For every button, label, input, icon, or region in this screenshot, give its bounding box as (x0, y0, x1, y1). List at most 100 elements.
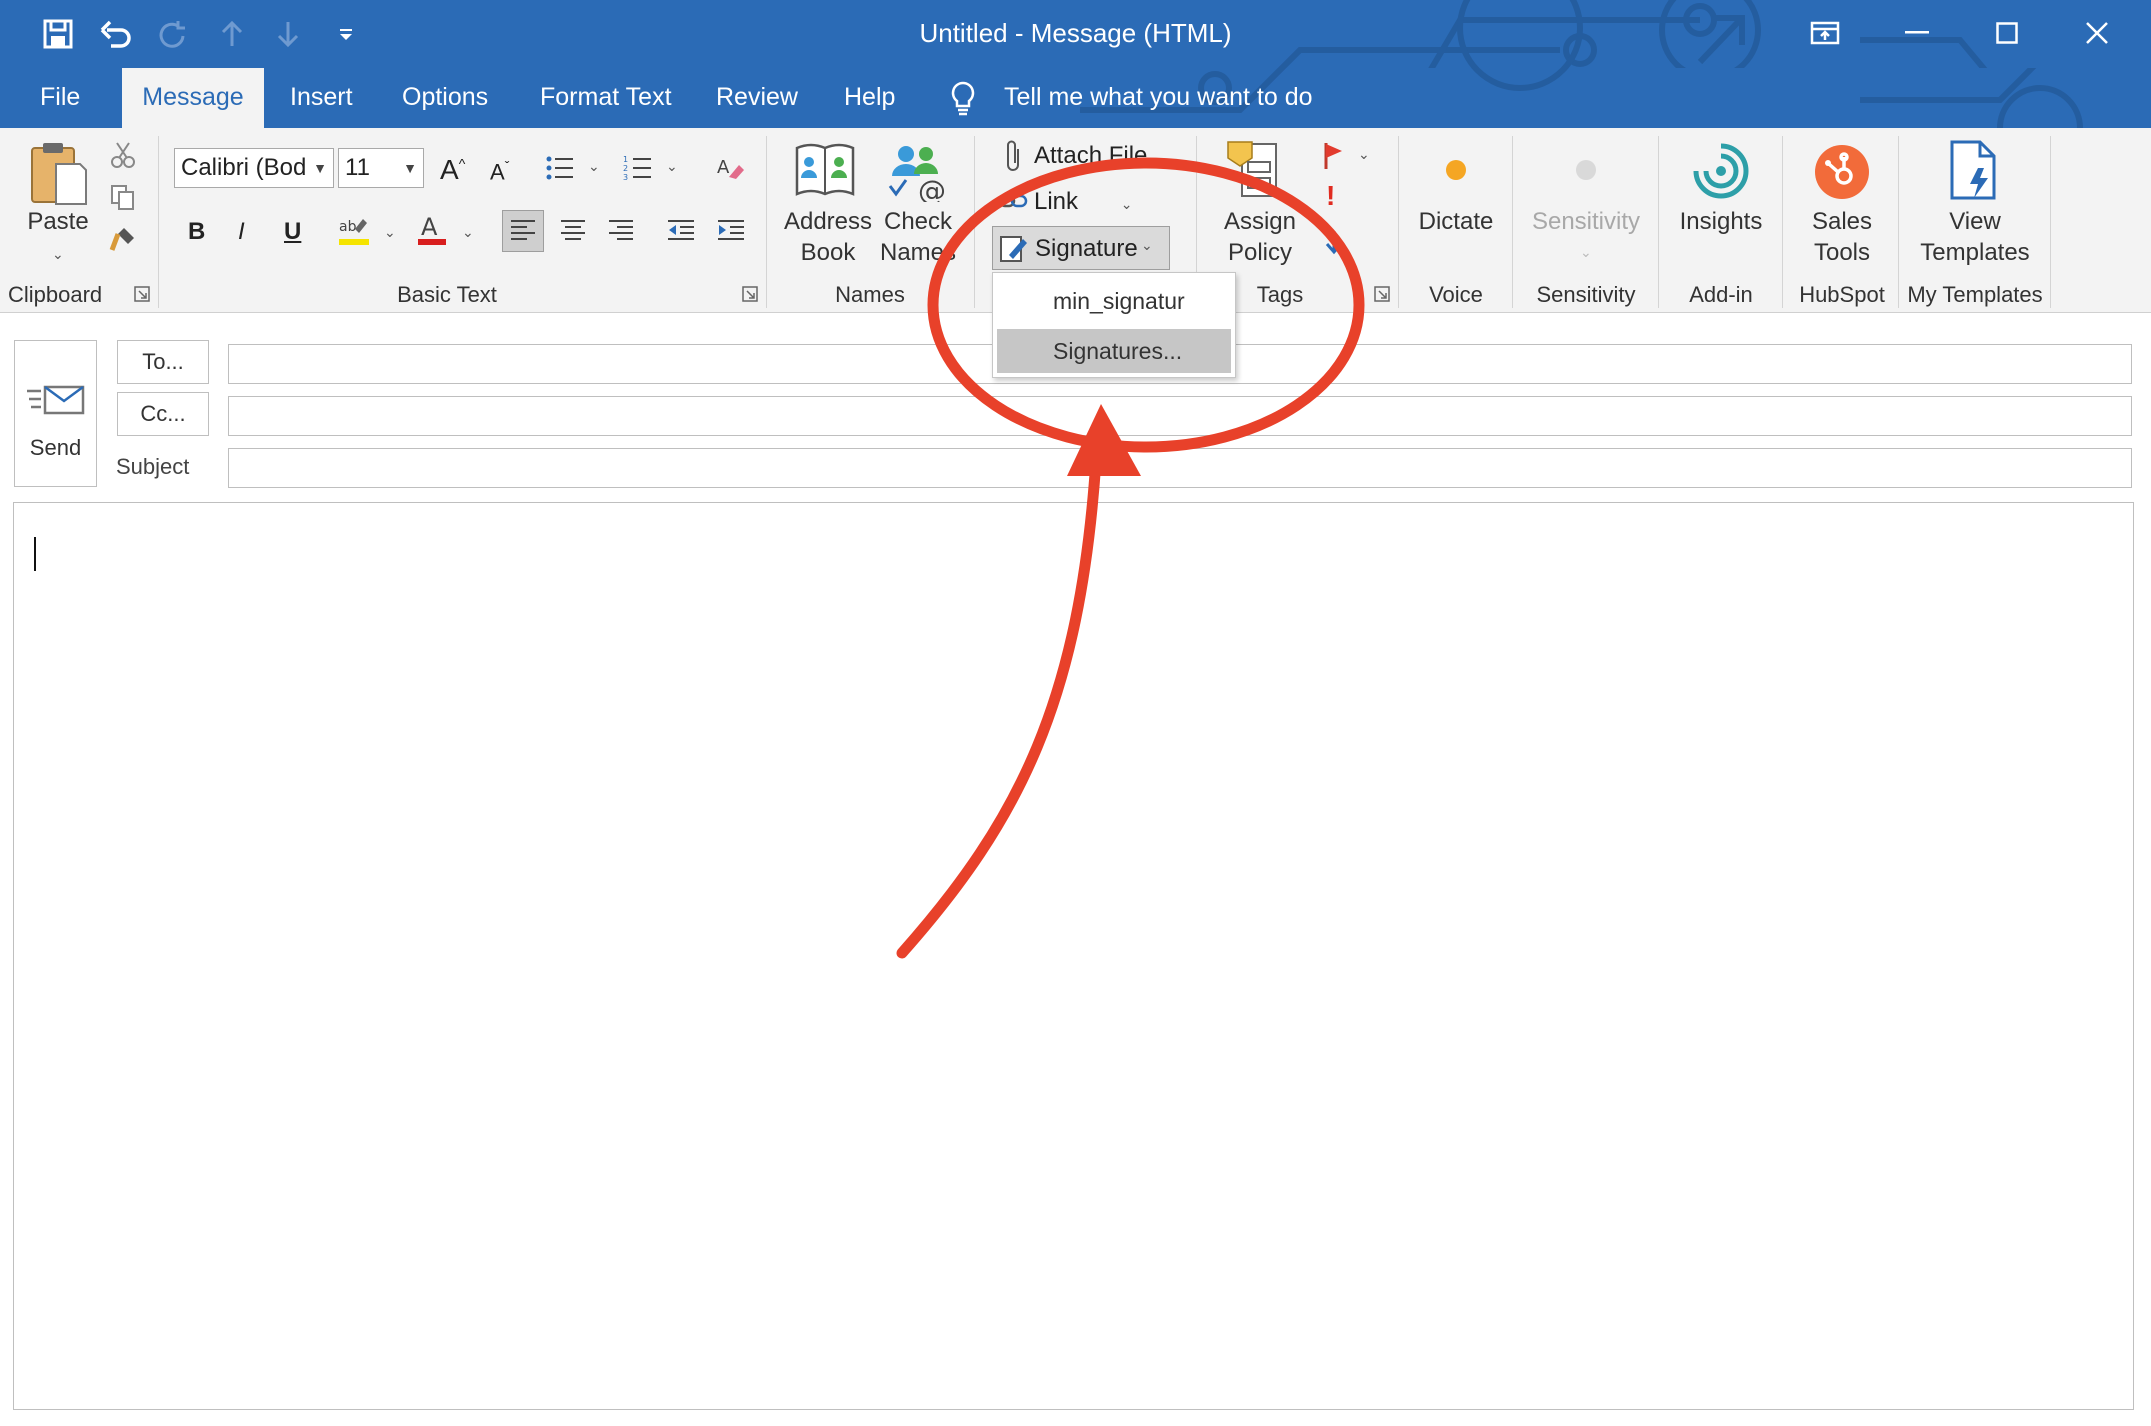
assign-policy-button[interactable]: Assign Policy (1204, 206, 1316, 268)
close-icon[interactable] (2062, 8, 2132, 58)
cc-field[interactable] (228, 396, 2132, 436)
paste-dropdown-icon[interactable]: ⌄ (52, 246, 64, 263)
tab-review[interactable]: Review (690, 68, 824, 128)
svg-text:A: A (717, 157, 730, 178)
link-button[interactable]: Link ⌄ (1034, 188, 1132, 216)
sensitivity-group-label: Sensitivity (1536, 282, 1636, 307)
templates-group-label: My Templates (1907, 282, 2043, 307)
chevron-down-icon: ▼ (313, 160, 327, 176)
ribbon-display-options-icon[interactable] (1790, 8, 1860, 58)
sensitivity-dropdown-icon: ⌄ (1580, 244, 1592, 260)
clipboard-launcher-icon[interactable] (134, 286, 150, 307)
lightbulb-icon (948, 80, 978, 121)
cc-button[interactable]: Cc... (117, 392, 209, 436)
font-color-dropdown-icon[interactable]: ⌄ (462, 224, 474, 241)
grow-font-icon[interactable]: A^ (440, 154, 465, 186)
basic-text-launcher-icon[interactable] (742, 286, 758, 307)
sales-tools-label-1: Sales (1811, 208, 1873, 235)
clear-formatting-icon[interactable]: A (712, 150, 748, 186)
attach-file-button[interactable]: Attach File ⌄ (1034, 142, 1166, 170)
follow-up-flag-icon[interactable] (1316, 138, 1352, 174)
cut-icon[interactable] (106, 138, 140, 172)
addin-group-label: Add-in (1689, 282, 1753, 307)
bullets-icon[interactable] (540, 150, 580, 186)
tab-help[interactable]: Help (818, 68, 921, 128)
paste-button[interactable]: Paste (14, 206, 102, 237)
svg-text:1: 1 (623, 155, 628, 164)
to-button[interactable]: To... (117, 340, 209, 384)
bullets-dropdown-icon[interactable]: ⌄ (588, 158, 600, 175)
clipboard-group-label: Clipboard (8, 282, 103, 307)
subject-field[interactable] (228, 448, 2132, 488)
tags-launcher-icon[interactable] (1374, 286, 1390, 307)
send-button[interactable]: Send (14, 340, 97, 487)
address-book-label-1: Address (783, 208, 873, 235)
tell-me-search[interactable]: Tell me what you want to do (978, 68, 1339, 128)
insights-button[interactable]: Insights (1666, 206, 1776, 237)
align-right-icon[interactable] (600, 210, 642, 252)
underline-button[interactable]: U (284, 218, 301, 246)
assign-policy-label-1: Assign (1223, 208, 1297, 235)
copy-icon[interactable] (106, 180, 140, 214)
title-bar: Untitled - Message (HTML) (0, 0, 2151, 68)
low-importance-icon[interactable] (1316, 224, 1352, 260)
paperclip-icon (998, 136, 1028, 176)
voice-group-label: Voice (1429, 282, 1483, 307)
names-group-label: Names (835, 282, 905, 307)
tab-format-text[interactable]: Format Text (514, 68, 698, 128)
separator (1782, 136, 1783, 308)
address-book-button[interactable]: Address Book (780, 206, 876, 268)
align-center-icon[interactable] (552, 210, 594, 252)
sales-tools-button[interactable]: Sales Tools (1790, 206, 1894, 268)
highlight-icon[interactable]: ab (334, 210, 374, 250)
numbering-dropdown-icon[interactable]: ⌄ (666, 158, 678, 175)
send-icon (25, 381, 87, 426)
bold-button[interactable]: B (188, 218, 205, 246)
sales-tools-label-2: Tools (1813, 239, 1871, 266)
signature-button[interactable]: Signature ⌄ (992, 226, 1170, 270)
check-names-button[interactable]: Check Names (870, 206, 966, 268)
minimize-icon[interactable] (1882, 8, 1952, 58)
format-painter-icon[interactable] (106, 222, 140, 256)
numbering-icon[interactable]: 123 (618, 150, 658, 186)
sensitivity-button: Sensitivity (1531, 208, 1641, 235)
tags-group-label: Tags (1256, 282, 1304, 307)
highlight-dropdown-icon[interactable]: ⌄ (384, 224, 396, 241)
tab-message[interactable]: Message (122, 68, 264, 128)
svg-text:3: 3 (623, 173, 628, 182)
italic-button[interactable]: I (238, 218, 245, 246)
maximize-icon[interactable] (1972, 8, 2042, 58)
chevron-down-icon: ⌄ (1141, 237, 1153, 253)
font-size-combo[interactable]: 11 ▼ (338, 148, 424, 188)
assign-policy-label-2: Policy (1227, 239, 1293, 266)
tab-file[interactable]: File (14, 68, 106, 128)
sensitivity-icon (1574, 158, 1598, 187)
separator (1512, 136, 1513, 308)
menu-item-signatures[interactable]: Signatures... (997, 329, 1231, 373)
chevron-down-icon: ⌄ (1120, 196, 1133, 212)
separator (766, 136, 767, 308)
decrease-indent-icon[interactable] (660, 210, 702, 252)
follow-up-dropdown-icon[interactable]: ⌄ (1358, 146, 1370, 163)
separator (1898, 136, 1899, 308)
ribbon-tabs: File Message Insert Options Format Text … (0, 68, 2151, 128)
font-color-icon[interactable]: A (412, 210, 452, 250)
dictate-button[interactable]: Dictate (1406, 206, 1506, 237)
text-cursor (34, 537, 36, 571)
check-names-icon: @ (886, 142, 950, 207)
check-names-label-2: Names (879, 239, 957, 266)
high-importance-icon[interactable]: ! (1326, 180, 1335, 212)
font-name-combo[interactable]: Calibri (Bod ▼ (174, 148, 334, 188)
message-body[interactable] (13, 502, 2134, 1410)
increase-indent-icon[interactable] (710, 210, 752, 252)
separator (1658, 136, 1659, 308)
tab-insert[interactable]: Insert (264, 68, 379, 128)
shrink-font-icon[interactable]: Aˇ (490, 158, 509, 185)
tab-options[interactable]: Options (376, 68, 514, 128)
chevron-down-icon: ⌄ (1154, 150, 1166, 166)
align-left-icon[interactable] (502, 210, 544, 252)
svg-text:ab: ab (339, 219, 357, 235)
view-templates-button[interactable]: View Templates (1904, 206, 2046, 268)
link-label: Link (1034, 188, 1079, 215)
menu-item-min-signatur[interactable]: min_signatur (997, 279, 1231, 323)
